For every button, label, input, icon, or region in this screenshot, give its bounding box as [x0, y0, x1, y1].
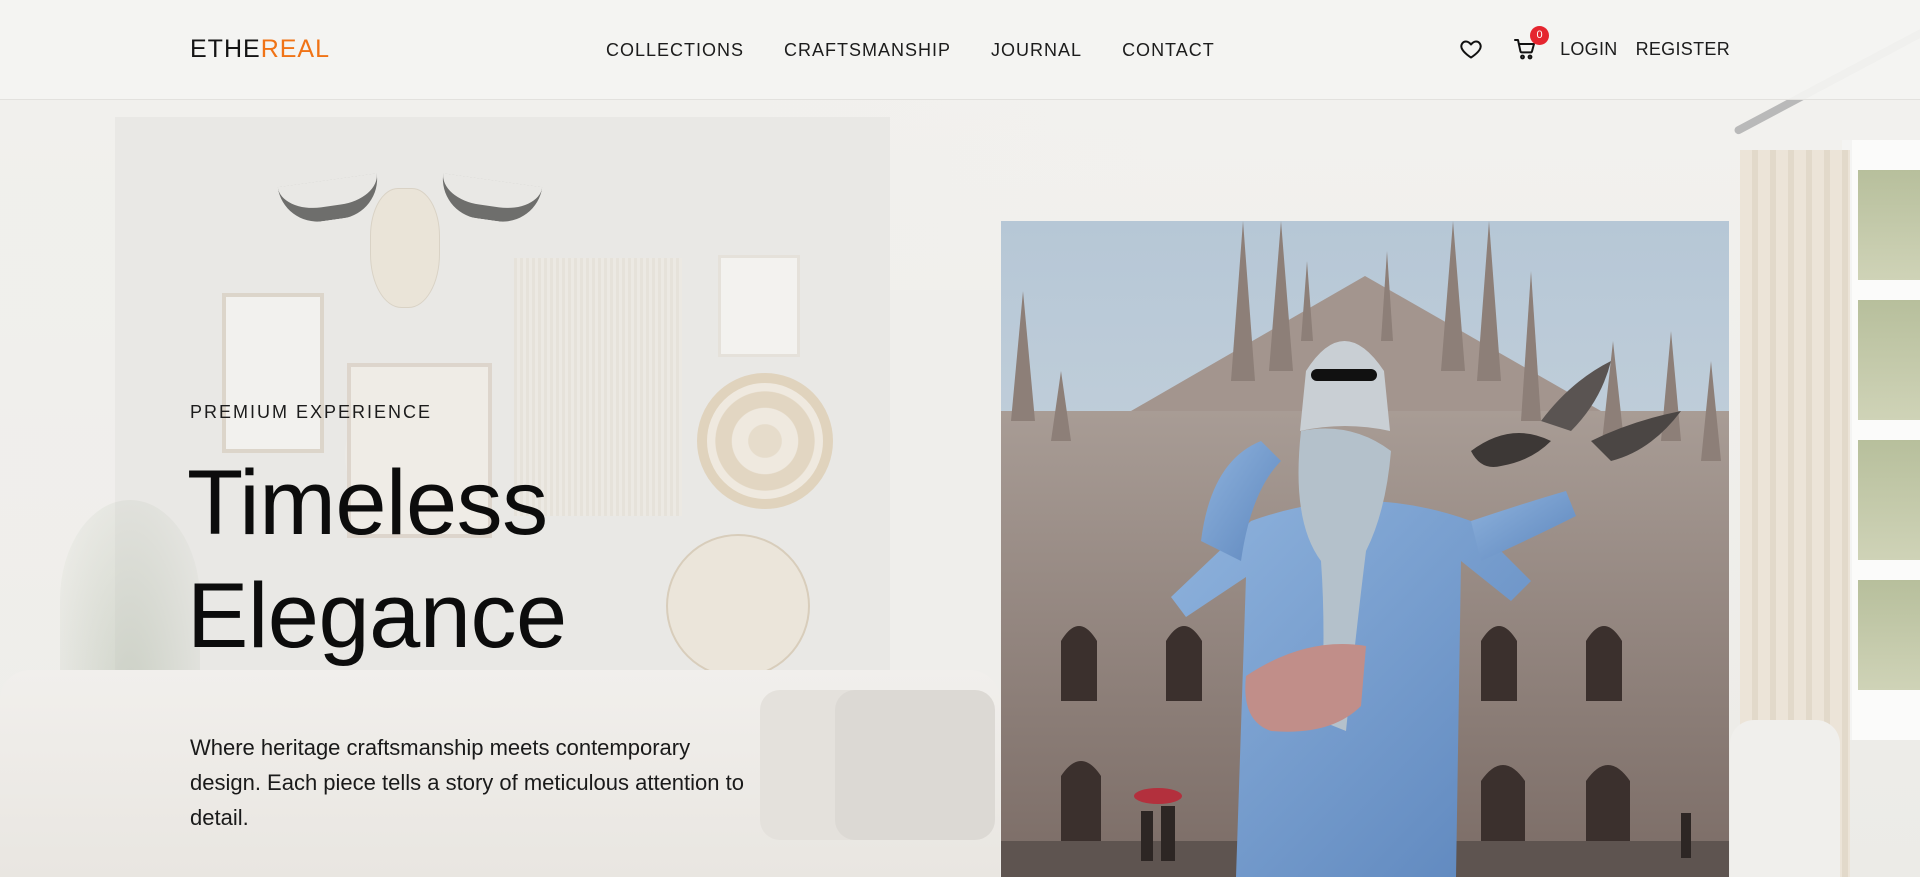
main-nav: COLLECTIONS CRAFTSMANSHIP JOURNAL CONTAC…	[606, 40, 1215, 61]
wall-frame	[222, 293, 324, 453]
window-pane	[1858, 170, 1920, 280]
window-pane	[1858, 300, 1920, 420]
window-pane	[1858, 580, 1920, 690]
nav-item-collections[interactable]: COLLECTIONS	[606, 40, 744, 61]
hero-eyebrow: PREMIUM EXPERIENCE	[190, 402, 433, 422]
register-link[interactable]: REGISTER	[1636, 39, 1730, 60]
wall-basket	[666, 534, 810, 678]
pillow	[835, 690, 995, 840]
wishlist-button[interactable]	[1458, 36, 1484, 62]
hero-description: Where heritage craftsmanship meets conte…	[190, 735, 744, 830]
cart-count-badge: 0	[1530, 26, 1550, 45]
cart-button[interactable]: 0	[1512, 26, 1550, 62]
hero-title: Timeless Elegance	[187, 447, 567, 673]
wall-basket	[697, 373, 833, 509]
brand-logo-part2: REAL	[260, 35, 330, 63]
hero-title-line1: Timeless	[187, 452, 548, 554]
brand-logo[interactable]: ETHEREAL	[190, 35, 330, 64]
nav-item-journal[interactable]: JOURNAL	[991, 40, 1082, 61]
wall-frame	[718, 255, 800, 357]
hero-feature-image	[1001, 221, 1729, 877]
header-actions: 0 LOGIN REGISTER	[1458, 26, 1730, 62]
brand-logo-part1: ETHE	[190, 35, 261, 63]
site-header: ETHEREAL COLLECTIONS CRAFTSMANSHIP JOURN…	[0, 0, 1920, 100]
cathedral-photo-illustration	[1001, 221, 1729, 877]
nav-item-contact[interactable]: CONTACT	[1122, 40, 1215, 61]
decorative-skull	[370, 188, 440, 308]
login-link[interactable]: LOGIN	[1560, 39, 1618, 60]
window-pane	[1858, 440, 1920, 560]
armchair	[1730, 720, 1840, 877]
nav-item-craftsmanship[interactable]: CRAFTSMANSHIP	[784, 40, 951, 61]
heart-icon	[1460, 40, 1482, 59]
hero-title-line2: Elegance	[187, 565, 567, 667]
